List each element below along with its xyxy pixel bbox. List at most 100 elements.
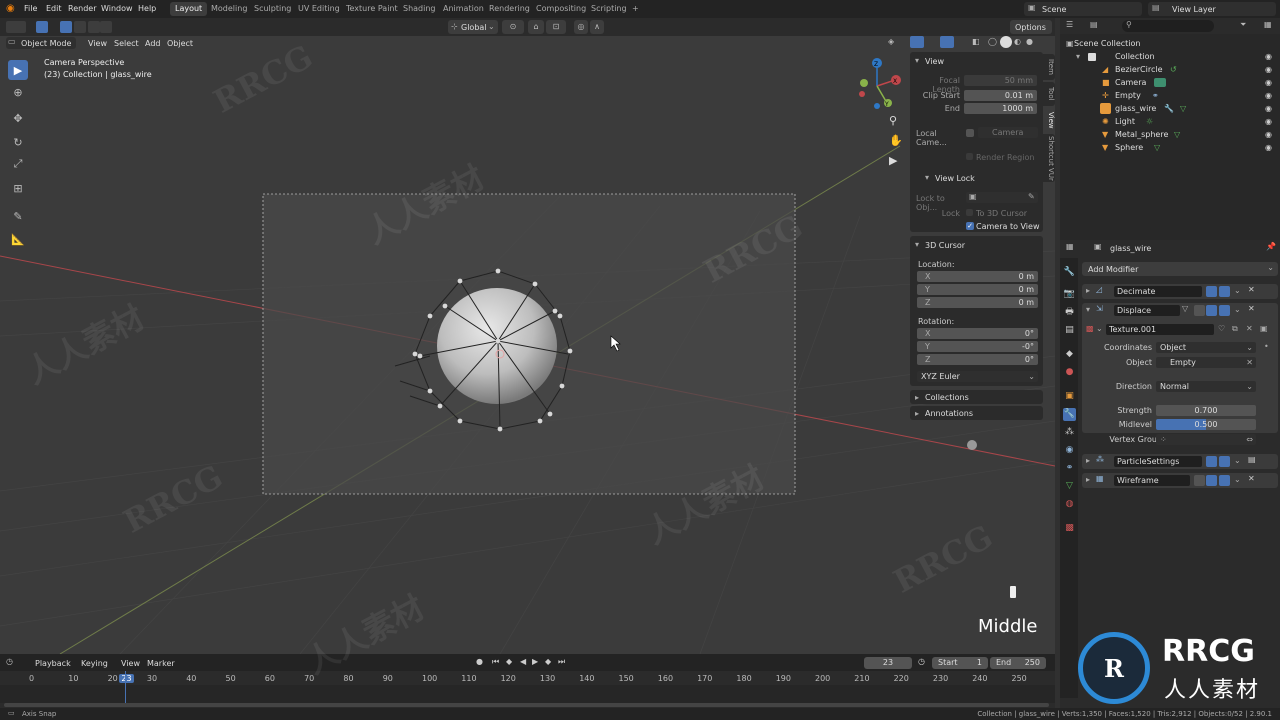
annotations-section[interactable]: ▸ Annotations: [910, 406, 1043, 420]
vertex-group-field[interactable]: ⁘ ⇔: [1156, 434, 1256, 445]
menu-render[interactable]: Render: [68, 4, 96, 13]
invert-icon[interactable]: ⇔: [1246, 434, 1253, 445]
tab-compositing[interactable]: Compositing: [531, 2, 591, 16]
eye-icon[interactable]: ◉: [1265, 115, 1272, 128]
outliner-item-beziercircle[interactable]: ◢ BezierCircle ↺ ◉: [1060, 63, 1280, 76]
proportional-edit-icon[interactable]: ◎: [574, 20, 588, 34]
zoom-icon[interactable]: ⚲: [889, 114, 897, 127]
texture-name-field[interactable]: Texture.001: [1106, 324, 1214, 335]
scene-tab-icon[interactable]: ◆: [1063, 348, 1076, 361]
camera-to-view-checkbox[interactable]: ✓: [966, 222, 974, 230]
modifier-name-field[interactable]: Decimate: [1114, 286, 1202, 297]
tab-modeling[interactable]: Modeling: [206, 2, 252, 16]
outliner-item-metal-sphere[interactable]: ▼ Metal_sphere ▽ ◉: [1060, 128, 1280, 141]
rotation-x-field[interactable]: X 0°: [917, 328, 1038, 339]
select-mode-subtract-icon[interactable]: [74, 21, 86, 33]
view-section-title[interactable]: View: [925, 57, 944, 66]
modifier-decimate[interactable]: ▸ ◿ Decimate ⌄ ✕: [1082, 284, 1278, 299]
collapse-chevron-icon[interactable]: ▾: [1086, 305, 1090, 314]
menu-select[interactable]: Select: [114, 39, 139, 48]
render-region-checkbox[interactable]: [966, 153, 973, 160]
next-keyframe-icon[interactable]: ◆: [545, 657, 551, 666]
animate-dot-icon[interactable]: •: [1264, 342, 1269, 351]
tab-layout[interactable]: Layout: [170, 2, 208, 16]
navigation-gizmo[interactable]: Z X Y: [852, 56, 902, 116]
scene-selector[interactable]: ▣ Scene: [1024, 2, 1142, 16]
eye-icon[interactable]: ◉: [1265, 76, 1272, 89]
tab-shading[interactable]: Shading: [398, 2, 441, 16]
tab-item[interactable]: Item: [1043, 54, 1055, 80]
close-icon[interactable]: ✕: [1248, 304, 1255, 313]
object-field[interactable]: Empty ✕: [1156, 357, 1256, 368]
cursor-y-field[interactable]: Y 0 m: [917, 284, 1038, 295]
falloff-icon[interactable]: ∧: [590, 20, 604, 34]
new-collection-icon[interactable]: ▦: [1264, 20, 1272, 29]
constraints-tab-icon[interactable]: ⚭: [1063, 462, 1076, 475]
blender-logo-icon[interactable]: ◉: [6, 3, 15, 14]
object-tab-icon[interactable]: ▣: [1063, 390, 1076, 403]
outliner-item-empty[interactable]: ✛ Empty ⚭ ◉: [1060, 89, 1280, 102]
object-mode-dropdown[interactable]: ▭ Object Mode: [6, 37, 76, 49]
add-modifier-dropdown[interactable]: Add Modifier ⌄: [1082, 262, 1278, 276]
timeline-ruler[interactable]: 0 10 20 23 30 40 50 60 70 80 90 100 110 120 130 140 150 1…: [0, 671, 1055, 685]
play-reverse-icon[interactable]: ◀: [520, 657, 526, 666]
scale-tool[interactable]: ⤢: [8, 154, 28, 174]
menu-view[interactable]: View: [121, 659, 140, 668]
viewport-toggle-icon[interactable]: [1206, 475, 1217, 486]
tab-tool[interactable]: Tool: [1043, 82, 1055, 106]
end-frame-field[interactable]: End 250: [990, 657, 1046, 669]
focal-length-field[interactable]: 50 mm: [964, 75, 1037, 86]
timeline-editor-icon[interactable]: ◷: [6, 657, 13, 666]
collection-checkbox[interactable]: [1088, 53, 1096, 61]
outliner-item-camera[interactable]: ■ Camera ◉: [1060, 76, 1280, 89]
cursor-tool[interactable]: ⊕: [8, 82, 28, 102]
annotate-tool[interactable]: ✎: [8, 206, 28, 226]
viewport-scene[interactable]: [0, 36, 1055, 654]
render-tab-icon[interactable]: 📷: [1063, 288, 1076, 301]
strength-field[interactable]: 0.700: [1156, 405, 1256, 416]
clip-end-field[interactable]: 1000 m: [964, 103, 1037, 114]
record-icon[interactable]: ●: [476, 657, 483, 666]
pan-hand-icon[interactable]: ✋: [889, 134, 903, 147]
outliner-search[interactable]: ⚲: [1122, 20, 1214, 32]
expand-chevron-icon[interactable]: ▸: [1086, 475, 1090, 484]
camera-view-icon[interactable]: ▶: [889, 154, 897, 167]
world-tab-icon[interactable]: ●: [1063, 366, 1076, 379]
rotation-z-field[interactable]: Z 0°: [917, 354, 1038, 365]
filter-icon[interactable]: ⏷: [1240, 20, 1246, 30]
menu-window[interactable]: Window: [101, 4, 133, 13]
outliner-item-sphere[interactable]: ▼ Sphere ▽ ◉: [1060, 141, 1280, 154]
outliner-collection[interactable]: ▾ Collection ◉: [1060, 50, 1280, 63]
add-workspace-button[interactable]: +: [627, 2, 644, 16]
3d-viewport[interactable]: ▭ Object Mode View Select Add Object ◈ ◧…: [0, 36, 1055, 654]
menu-help[interactable]: Help: [138, 4, 156, 13]
3d-cursor-title[interactable]: 3D Cursor: [925, 241, 965, 250]
tab-rendering[interactable]: Rendering: [484, 2, 535, 16]
particles-tab-icon[interactable]: ⁂: [1063, 426, 1076, 439]
view-layer-tab-icon[interactable]: ▤: [1063, 324, 1076, 337]
particle-system-icon[interactable]: ▤: [1248, 455, 1256, 464]
rotate-tool[interactable]: ↻: [8, 132, 28, 152]
close-icon[interactable]: ✕: [1246, 357, 1253, 368]
glass-sphere[interactable]: [437, 288, 557, 404]
menu-add[interactable]: Add: [145, 39, 161, 48]
modifier-displace[interactable]: ▾ ⇲ Displace ▽ ⌄ ✕ ▩ ⌄ Texture.001 ♡ ⧉ ✕…: [1082, 303, 1278, 433]
expand-chevron-icon[interactable]: ▸: [1086, 456, 1090, 465]
pin-icon[interactable]: 📌: [1266, 242, 1276, 251]
viewport-toggle-icon[interactable]: [1206, 305, 1217, 316]
eyedropper-icon[interactable]: ✎: [1028, 192, 1035, 201]
select-mode-intersect-icon[interactable]: [100, 21, 112, 33]
measure-tool[interactable]: 📐: [8, 229, 28, 249]
output-tab-icon[interactable]: 🖶: [1063, 306, 1076, 319]
physics-tab-icon[interactable]: ◉: [1063, 444, 1076, 457]
expand-chevron-icon[interactable]: ▸: [1086, 286, 1090, 295]
modifier-name-field[interactable]: ParticleSettings: [1114, 456, 1202, 467]
chevron-down-icon[interactable]: ⌄: [1234, 456, 1241, 465]
transform-tool[interactable]: ⊞: [8, 178, 28, 198]
eye-icon[interactable]: ◉: [1265, 128, 1272, 141]
shading-solid-icon[interactable]: [1000, 36, 1012, 48]
edit-mode-toggle-icon[interactable]: [1194, 305, 1205, 316]
view-layer-selector[interactable]: ▤ View Layer: [1148, 2, 1276, 16]
realtime-toggle-icon[interactable]: [1219, 286, 1230, 297]
material-tab-icon[interactable]: ◍: [1063, 498, 1076, 511]
